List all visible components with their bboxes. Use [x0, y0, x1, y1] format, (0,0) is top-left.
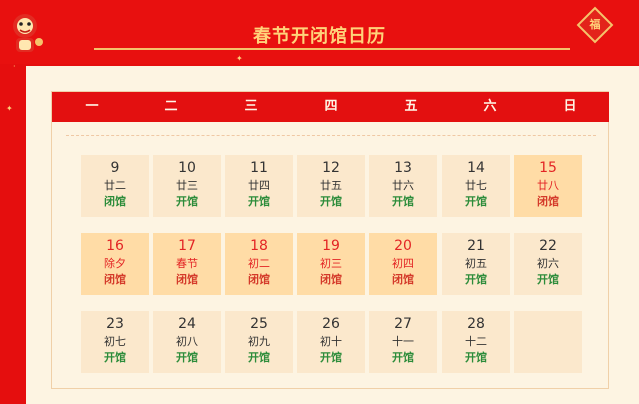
calendar-day-cell: 19 初三闭馆	[297, 233, 365, 295]
sparkle-icon: ✦	[6, 104, 13, 113]
lunar-date: 初十	[320, 335, 342, 348]
lunar-date: 廿六	[392, 179, 414, 192]
calendar-day-cell: 24 初八开馆	[153, 311, 221, 373]
lunar-date: 初七	[104, 335, 126, 348]
weekday-header: 一 二 三 四 五 六 日	[52, 92, 609, 122]
calendar-day-cell: 23 初七开馆	[81, 311, 149, 373]
lunar-date: 初五	[465, 257, 487, 270]
lunar-date: 除夕	[104, 257, 126, 270]
day-number: 18	[250, 238, 268, 254]
weekday-sat: 六	[483, 99, 497, 114]
day-number: 20	[394, 238, 412, 254]
calendar-day-cell: 17 春节闭馆	[153, 233, 221, 295]
lunar-date: 初九	[248, 335, 270, 348]
calendar-day-cell: 15 廿八闭馆	[514, 155, 582, 217]
open-status: 开馆	[176, 195, 198, 208]
calendar-day-cell: 18 初二闭馆	[225, 233, 293, 295]
weekday-tue: 二	[164, 99, 178, 114]
open-status: 闭馆	[248, 273, 270, 286]
open-status: 开馆	[176, 351, 198, 364]
calendar-day-cell: 16 除夕闭馆	[81, 233, 149, 295]
calendar-day-cell: 27 十一开馆	[369, 311, 437, 373]
day-number: 16	[106, 238, 124, 254]
day-number: 22	[539, 238, 557, 254]
lunar-date: 廿二	[104, 179, 126, 192]
calendar-day-cell: 26 初十开馆	[297, 311, 365, 373]
day-number: 24	[178, 316, 196, 332]
open-status: 开馆	[392, 351, 414, 364]
lunar-date: 廿四	[248, 179, 270, 192]
dashed-divider	[66, 135, 596, 136]
lunar-date: 初四	[392, 257, 414, 270]
day-number: 21	[467, 238, 485, 254]
day-number: 14	[467, 160, 485, 176]
open-status: 闭馆	[392, 273, 414, 286]
calendar-day-cell: 22 初六开馆	[514, 233, 582, 295]
weekday-thu: 四	[324, 99, 338, 114]
day-number: 23	[106, 316, 124, 332]
day-number: 19	[322, 238, 340, 254]
title-underline	[94, 48, 570, 50]
calendar-day-cell: 21 初五开馆	[442, 233, 510, 295]
open-status: 开馆	[465, 273, 487, 286]
day-number: 17	[178, 238, 196, 254]
open-status: 闭馆	[320, 273, 342, 286]
day-number: 12	[322, 160, 340, 176]
open-status: 开馆	[320, 195, 342, 208]
sparkle-icon: ·	[13, 62, 16, 71]
lunar-date: 初八	[176, 335, 198, 348]
empty-cell	[514, 311, 582, 373]
day-number: 9	[110, 160, 120, 176]
lunar-date: 初三	[320, 257, 342, 270]
open-status: 开馆	[104, 351, 126, 364]
day-number: 15	[539, 160, 557, 176]
open-status: 开馆	[465, 195, 487, 208]
lunar-date: 初六	[537, 257, 559, 270]
open-status: 开馆	[248, 351, 270, 364]
open-status: 开馆	[248, 195, 270, 208]
day-number: 26	[322, 316, 340, 332]
lunar-date: 廿五	[320, 179, 342, 192]
lunar-date: 初二	[248, 257, 270, 270]
page-title: 春节开闭馆日历	[253, 26, 386, 47]
lunar-date: 十二	[465, 335, 487, 348]
open-status: 开馆	[537, 273, 559, 286]
day-number: 13	[394, 160, 412, 176]
day-number: 28	[467, 316, 485, 332]
calendar-day-cell: 11 廿四开馆	[225, 155, 293, 217]
open-status: 开馆	[320, 351, 342, 364]
calendar-day-cell: 14 廿七开馆	[442, 155, 510, 217]
lunar-date: 春节	[176, 257, 198, 270]
calendar-day-cell: 20 初四闭馆	[369, 233, 437, 295]
sparkle-icon: ✦	[236, 54, 243, 63]
lunar-date: 廿七	[465, 179, 487, 192]
weekday-sun: 日	[563, 99, 577, 114]
day-number: 25	[250, 316, 268, 332]
calendar-day-cell: 25 初九开馆	[225, 311, 293, 373]
lunar-date: 廿三	[176, 179, 198, 192]
lunar-date: 廿八	[537, 179, 559, 192]
open-status: 闭馆	[537, 195, 559, 208]
calendar-day-cell: 12 廿五开馆	[297, 155, 365, 217]
calendar-day-cell: 28 十二开馆	[442, 311, 510, 373]
open-status: 闭馆	[104, 195, 126, 208]
day-number: 11	[250, 160, 268, 176]
weekday-mon: 一	[85, 99, 99, 114]
calendar-day-cell: 10 廿三开馆	[153, 155, 221, 217]
day-number: 27	[394, 316, 412, 332]
lunar-date: 十一	[392, 335, 414, 348]
fu-badge-text: 福	[589, 18, 601, 31]
open-status: 闭馆	[104, 273, 126, 286]
weekday-wed: 三	[244, 99, 258, 114]
calendar-day-cell: 9 廿二闭馆	[81, 155, 149, 217]
weekday-fri: 五	[404, 99, 418, 114]
open-status: 开馆	[465, 351, 487, 364]
calendar-day-cell: 13 廿六开馆	[369, 155, 437, 217]
open-status: 闭馆	[176, 273, 198, 286]
day-number: 10	[178, 160, 196, 176]
open-status: 开馆	[392, 195, 414, 208]
